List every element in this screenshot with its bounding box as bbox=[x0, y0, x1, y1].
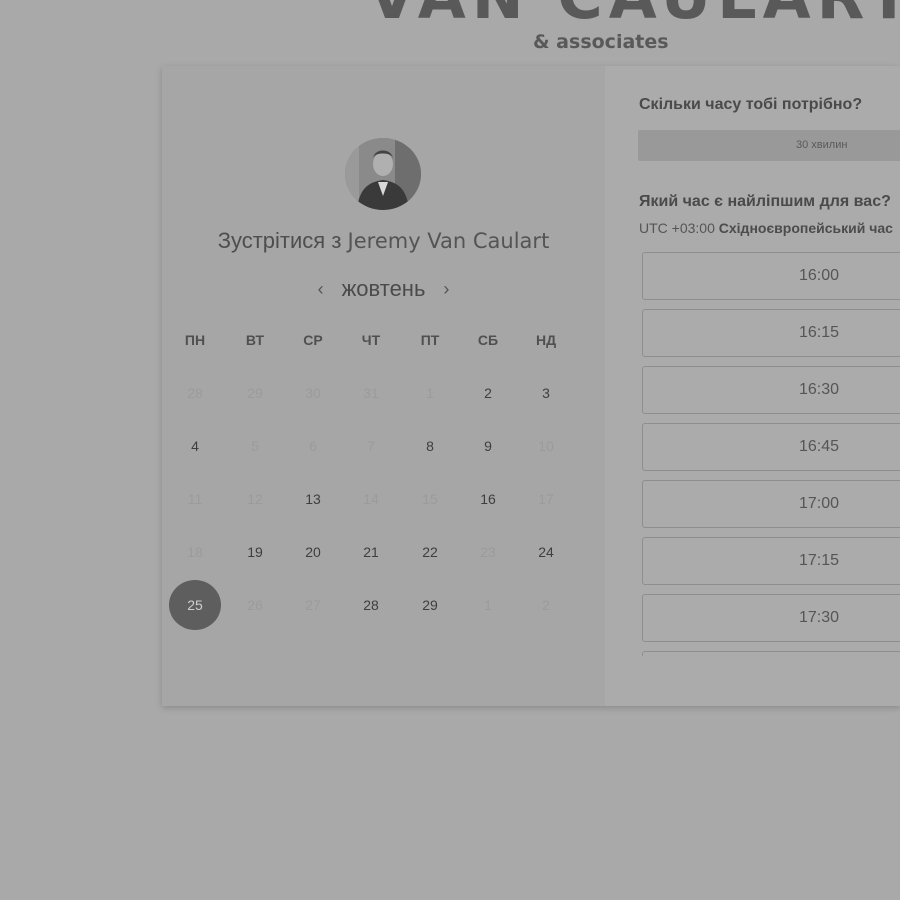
chevron-left-icon[interactable]: ‹ bbox=[308, 279, 334, 300]
calendar-day: 14 bbox=[363, 491, 379, 507]
time-slot-list: 16:00 16:15 16:30 16:45 17:00 17:15 17:30 bbox=[642, 252, 900, 656]
brand-name: VAN CAULART bbox=[368, 0, 900, 33]
calendar-day: 28 bbox=[187, 385, 203, 401]
calendar-day: 10 bbox=[538, 438, 554, 454]
booking-card: Зустрітися з Jeremy Van Caulart ‹ жовтен… bbox=[162, 66, 900, 706]
calendar-day: 23 bbox=[480, 544, 496, 560]
calendar-day: 31 bbox=[363, 385, 379, 401]
calendar-day: 1 bbox=[426, 385, 434, 401]
calendar-day[interactable]: 24 bbox=[526, 542, 566, 562]
avatar bbox=[345, 138, 421, 210]
brand-subtitle: & associates bbox=[533, 31, 669, 53]
weekday-label: НД bbox=[535, 332, 557, 348]
duration-selector[interactable]: 30 хвилин bbox=[638, 130, 900, 161]
month-label: жовтень bbox=[341, 276, 426, 301]
weekday-label: СБ bbox=[477, 332, 499, 348]
calendar-day: 18 bbox=[187, 544, 203, 560]
weekday-label: СР bbox=[303, 332, 323, 348]
time-slot-button[interactable]: 16:15 bbox=[642, 309, 900, 357]
weekday-label: ПТ bbox=[420, 332, 440, 348]
calendar-day: 7 bbox=[367, 438, 375, 454]
time-slot-button[interactable]: 16:30 bbox=[642, 366, 900, 414]
time-slot-button[interactable]: 17:30 bbox=[642, 594, 900, 642]
calendar-day-selected[interactable]: 25 bbox=[169, 580, 221, 630]
calendar-day[interactable]: 8 bbox=[410, 436, 450, 456]
calendar-day[interactable]: 4 bbox=[175, 436, 215, 456]
time-slot-button[interactable] bbox=[642, 651, 900, 656]
time-slot-button[interactable]: 16:45 bbox=[642, 423, 900, 471]
timezone-label: UTC +03:00 Східноєвропейський час bbox=[639, 220, 893, 236]
calendar-day: 29 bbox=[247, 385, 263, 401]
calendar-day: 17 bbox=[538, 491, 554, 507]
month-navigation: ‹ жовтень › bbox=[162, 274, 605, 304]
host-name: Jeremy Van Caulart bbox=[347, 229, 550, 253]
time-slot-button[interactable]: 17:15 bbox=[642, 537, 900, 585]
calendar-day[interactable]: 28 bbox=[351, 595, 391, 615]
brand-header: VAN CAULART & associates bbox=[0, 0, 900, 60]
calendar-day[interactable]: 16 bbox=[468, 489, 508, 509]
calendar-panel: Зустрітися з Jeremy Van Caulart ‹ жовтен… bbox=[162, 66, 605, 706]
calendar-day[interactable]: 13 bbox=[293, 489, 333, 509]
calendar-day[interactable]: 29 bbox=[410, 595, 450, 615]
duration-question: Скільки часу тобі потрібно? bbox=[639, 96, 863, 113]
calendar-day: 6 bbox=[309, 438, 317, 454]
calendar-day[interactable]: 19 bbox=[235, 542, 275, 562]
meeting-title: Зустрітися з Jeremy Van Caulart bbox=[162, 228, 605, 254]
time-question: Який час є найліпшим для вас? bbox=[639, 193, 891, 210]
timezone-offset: UTC +03:00 bbox=[639, 220, 715, 236]
calendar-day: 27 bbox=[305, 597, 321, 613]
calendar-day: 30 bbox=[305, 385, 321, 401]
weekday-label: ЧТ bbox=[361, 332, 381, 348]
weekday-label: ВТ bbox=[245, 332, 265, 348]
person-portrait-icon bbox=[345, 138, 421, 210]
calendar-day: 26 bbox=[247, 597, 263, 613]
calendar-day: 1 bbox=[484, 597, 492, 613]
time-panel: Скільки часу тобі потрібно? 30 хвилин Як… bbox=[605, 66, 900, 706]
calendar-day: 11 bbox=[187, 491, 203, 507]
calendar-day[interactable]: 22 bbox=[410, 542, 450, 562]
calendar-day[interactable]: 20 bbox=[293, 542, 333, 562]
calendar-day: 15 bbox=[422, 491, 438, 507]
calendar-day[interactable]: 3 bbox=[526, 383, 566, 403]
calendar-day: 5 bbox=[251, 438, 259, 454]
calendar-day[interactable]: 9 bbox=[468, 436, 508, 456]
calendar-day[interactable]: 21 bbox=[351, 542, 391, 562]
meeting-title-prefix: Зустрітися з bbox=[217, 228, 342, 253]
chevron-right-icon[interactable]: › bbox=[433, 279, 459, 300]
weekday-label: ПН bbox=[184, 332, 206, 348]
calendar-day[interactable]: 2 bbox=[468, 383, 508, 403]
time-slot-button[interactable]: 16:00 bbox=[642, 252, 900, 300]
time-slot-button[interactable]: 17:00 bbox=[642, 480, 900, 528]
calendar-day: 12 bbox=[247, 491, 263, 507]
timezone-name: Східноєвропейський час bbox=[718, 220, 893, 236]
calendar-day: 2 bbox=[542, 597, 550, 613]
